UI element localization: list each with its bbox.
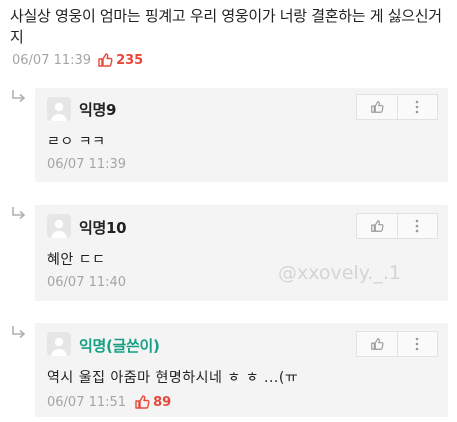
like-button[interactable] bbox=[357, 95, 397, 119]
comment-text: ㄹㅇ ㅋㅋ bbox=[47, 134, 106, 150]
comment-author[interactable]: 익명10 bbox=[79, 217, 127, 238]
default-avatar-icon bbox=[47, 214, 71, 238]
comment-author[interactable]: 익명9 bbox=[79, 99, 116, 120]
post-likes-value: 235 bbox=[116, 52, 144, 68]
thumbs-up-icon bbox=[370, 220, 384, 232]
comment-box: 익명(글쓴이) 역시 울집 아줌마 현명하시네 ㅎ ㅎ ...(ㅠ 06/07 … bbox=[35, 323, 448, 417]
more-vertical-icon bbox=[415, 219, 419, 233]
reply-arrow-icon bbox=[12, 90, 26, 103]
thumbs-up-icon bbox=[370, 338, 384, 350]
default-avatar-icon bbox=[47, 332, 71, 356]
comment-likes-value: 89 bbox=[153, 394, 172, 410]
thumbs-up-icon bbox=[370, 101, 384, 113]
comment-time: 06/07 11:39 bbox=[47, 157, 127, 172]
more-button[interactable] bbox=[396, 332, 438, 356]
comment-author-op[interactable]: 익명(글쓴이) bbox=[79, 335, 160, 356]
reply-arrow-icon bbox=[12, 207, 26, 220]
comment-actions bbox=[356, 213, 438, 239]
like-button[interactable] bbox=[357, 214, 397, 238]
post-time: 06/07 11:39 bbox=[12, 52, 92, 68]
comment-box: 익명10 혜안 ㄷㄷ 06/07 11:40 bbox=[35, 205, 448, 301]
default-avatar-icon bbox=[47, 97, 71, 121]
post-like-count[interactable]: 235 bbox=[97, 52, 143, 68]
comment-like-count[interactable]: 89 bbox=[134, 394, 171, 410]
comment-actions bbox=[356, 331, 438, 357]
more-button[interactable] bbox=[396, 214, 438, 238]
post-meta: 06/07 11:39 235 bbox=[12, 52, 143, 68]
like-button[interactable] bbox=[357, 332, 397, 356]
more-button[interactable] bbox=[396, 95, 438, 119]
comment-text: 역시 울집 아줌마 현명하시네 ㅎ ㅎ ...(ㅠ bbox=[47, 370, 299, 386]
reply-arrow-icon bbox=[12, 326, 26, 339]
thumbs-up-icon bbox=[135, 395, 150, 409]
comment-text: 혜안 ㄷㄷ bbox=[47, 252, 106, 268]
watermark: @xxovely._.1 bbox=[278, 262, 401, 284]
comment-box: 익명9 ㄹㅇ ㅋㅋ 06/07 11:39 bbox=[35, 88, 448, 182]
more-vertical-icon bbox=[415, 100, 419, 114]
thumbs-up-icon bbox=[98, 53, 113, 67]
comment-meta: 06/07 11:51 89 bbox=[47, 394, 171, 410]
more-vertical-icon bbox=[415, 337, 419, 351]
comment-actions bbox=[356, 94, 438, 120]
post-text: 사실상 영웅이 엄마는 핑계고 우리 영웅이가 너랑 결혼하는 게 싫으신거지 bbox=[10, 7, 442, 46]
comment-time: 06/07 11:51 bbox=[47, 394, 127, 410]
comment-time: 06/07 11:40 bbox=[47, 275, 127, 290]
